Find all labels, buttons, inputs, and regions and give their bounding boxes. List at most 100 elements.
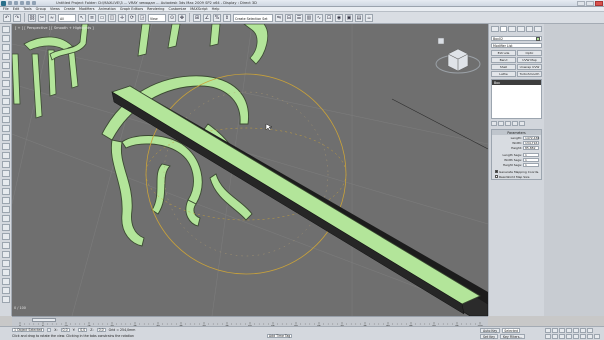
viewport-label[interactable]: [ + ] [ Perspective ] [ Smooth + Highlig… — [15, 26, 94, 30]
menu-views[interactable]: Views — [50, 7, 60, 11]
tool-icon[interactable] — [1, 26, 10, 33]
tool-icon[interactable] — [1, 251, 10, 258]
zoom-icon[interactable] — [545, 334, 551, 339]
align-icon[interactable]: ⊟ — [285, 13, 293, 22]
zoom-extents-all-icon[interactable] — [566, 334, 572, 339]
angle-snap-icon[interactable]: ∠ — [203, 13, 211, 22]
tool-icon[interactable] — [1, 278, 10, 285]
previous-frame-icon[interactable] — [552, 328, 558, 333]
graphite-ribbon-icon[interactable]: ▥ — [305, 13, 313, 22]
key-filters-button[interactable]: Key Filters... — [500, 334, 526, 339]
viewcube-icon[interactable] — [435, 37, 481, 74]
modifier-button[interactable]: Optic — [517, 50, 542, 56]
tool-icon[interactable] — [1, 143, 10, 150]
key-mode-dropdown[interactable]: Selected — [502, 328, 521, 333]
object-name-field[interactable]: Box02 — [491, 36, 542, 41]
utilities-tab-icon[interactable] — [534, 26, 543, 32]
configure-sets-icon[interactable] — [519, 121, 525, 126]
height-spinner[interactable]: 85,882 — [523, 145, 539, 150]
snap-toggle-icon[interactable]: ⊞ — [193, 13, 201, 22]
bind-space-warp-icon[interactable]: ≈ — [48, 13, 56, 22]
reference-coordinate-dropdown[interactable]: View — [148, 13, 166, 22]
display-tab-icon[interactable] — [525, 26, 534, 32]
real-world-checkbox[interactable]: Real-World Map Size — [492, 174, 541, 179]
close-button[interactable] — [595, 1, 603, 6]
curve-editor-icon[interactable]: ∿ — [315, 13, 323, 22]
menu-rendering[interactable]: Rendering — [147, 7, 164, 11]
maximize-viewport-icon[interactable] — [594, 334, 600, 339]
height-segs-spinner[interactable]: 1 — [523, 162, 539, 167]
gen-mapping-checkbox[interactable]: Generate Mapping Coords. — [492, 169, 541, 174]
minimize-button[interactable] — [577, 1, 585, 6]
orbit-icon[interactable] — [587, 334, 593, 339]
goto-end-icon[interactable] — [573, 328, 579, 333]
schematic-view-icon[interactable]: ⊡ — [325, 13, 333, 22]
object-color-swatch[interactable] — [536, 36, 540, 41]
menu-animation[interactable]: Animation — [99, 7, 116, 11]
zoom-all-icon[interactable] — [552, 334, 558, 339]
tool-icon[interactable] — [1, 44, 10, 51]
modifier-button[interactable]: Bend — [491, 57, 516, 63]
tool-icon[interactable] — [1, 242, 10, 249]
tool-icon[interactable] — [1, 233, 10, 240]
menu-edit[interactable]: Edit — [13, 7, 20, 11]
layer-manager-icon[interactable]: ☰ — [295, 13, 303, 22]
save-file-icon[interactable] — [20, 1, 24, 5]
link-icon[interactable]: ⛓ — [28, 13, 36, 22]
tool-icon[interactable] — [1, 179, 10, 186]
remove-modifier-icon[interactable] — [512, 121, 518, 126]
tool-icon[interactable] — [1, 224, 10, 231]
unlink-icon[interactable]: ✂ — [38, 13, 46, 22]
rendered-frame-window-icon[interactable]: ▤ — [355, 13, 363, 22]
tool-icon[interactable] — [1, 62, 10, 69]
zoom-extents-icon[interactable] — [559, 334, 565, 339]
rectangular-selection-icon[interactable]: ▭ — [98, 13, 106, 22]
tool-icon[interactable] — [1, 134, 10, 141]
tool-icon[interactable] — [1, 269, 10, 276]
open-file-icon[interactable] — [14, 1, 18, 5]
menu-maxscript[interactable]: MAXScript — [190, 7, 207, 11]
select-and-scale-icon[interactable]: ◲ — [138, 13, 146, 22]
render-setup-icon[interactable]: ▣ — [345, 13, 353, 22]
menu-group[interactable]: Group — [36, 7, 46, 11]
selection-filter-dropdown[interactable]: All — [58, 13, 76, 22]
menu-modifiers[interactable]: Modifiers — [79, 7, 94, 11]
modifier-button[interactable]: Unwrap UVW — [517, 64, 542, 70]
modifier-button[interactable]: Extrude — [491, 50, 516, 56]
mirror-icon[interactable]: ⇋ — [275, 13, 283, 22]
tool-icon[interactable] — [1, 215, 10, 222]
next-frame-icon[interactable] — [566, 328, 572, 333]
tool-icon[interactable] — [1, 116, 10, 123]
spinner-snap-icon[interactable]: ⇕ — [223, 13, 231, 22]
redo-button[interactable]: ↷ — [13, 13, 21, 22]
menu-help[interactable]: Help — [212, 7, 220, 11]
tool-icon[interactable] — [1, 107, 10, 114]
redo-icon[interactable] — [32, 1, 36, 5]
select-object-icon[interactable]: ↖ — [78, 13, 86, 22]
modifier-button[interactable]: Lathe — [491, 71, 516, 77]
tool-icon[interactable] — [1, 161, 10, 168]
pivot-center-icon[interactable]: ⊙ — [168, 13, 176, 22]
select-by-name-icon[interactable]: ≡ — [88, 13, 96, 22]
modifier-list-dropdown[interactable]: Modifier List — [491, 43, 542, 48]
show-end-result-icon[interactable] — [498, 121, 504, 126]
tool-icon[interactable] — [1, 152, 10, 159]
pan-view-icon[interactable] — [580, 334, 586, 339]
window-crossing-icon[interactable]: ◫ — [108, 13, 116, 22]
width-segs-spinner[interactable]: 1 — [523, 157, 539, 162]
hierarchy-tab-icon[interactable] — [508, 26, 517, 32]
material-editor-icon[interactable]: ◉ — [335, 13, 343, 22]
modify-tab-icon[interactable] — [499, 26, 508, 32]
selection-lock-icon[interactable] — [47, 328, 52, 332]
length-spinner[interactable]: 1472,436 — [523, 135, 539, 140]
select-and-rotate-icon[interactable]: ⟳ — [128, 13, 136, 22]
maximize-button[interactable] — [586, 1, 594, 6]
set-key-button[interactable]: Set Key — [480, 334, 499, 339]
tool-icon[interactable] — [1, 53, 10, 60]
tool-icon[interactable] — [1, 206, 10, 213]
undo-button[interactable]: ↶ — [3, 13, 11, 22]
tool-icon[interactable] — [1, 197, 10, 204]
pin-stack-icon[interactable] — [491, 121, 497, 126]
tool-icon[interactable] — [1, 287, 10, 294]
new-file-icon[interactable] — [8, 1, 12, 5]
